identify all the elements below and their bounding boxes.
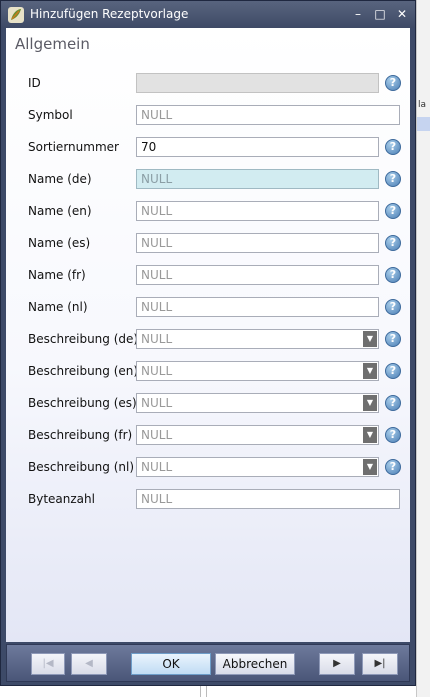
navigation-bar: |◀ ◀ OK Abbrechen ▶ ▶| [6,644,410,682]
name-nl-input[interactable]: NULL [136,297,379,317]
chevron-down-icon[interactable]: ▼ [363,459,377,475]
title-bar[interactable]: Hinzufügen Rezeptvorlage – □ ✕ [1,1,415,28]
beschreibung-de-label: Beschreibung (de) [28,332,139,346]
name-es-placeholder: NULL [141,236,173,250]
dialog-window: Hinzufügen Rezeptvorlage – □ ✕ Allgemein… [0,0,416,686]
help-icon[interactable]: ? [385,363,401,379]
cancel-button[interactable]: Abbrechen [215,653,295,675]
help-icon[interactable]: ? [385,75,401,91]
background-side-text: la [418,100,427,110]
help-icon[interactable]: ? [385,235,401,251]
background-divider [206,686,207,697]
background-divider [200,686,201,697]
name-fr-placeholder: NULL [141,268,173,282]
help-icon[interactable]: ? [385,203,401,219]
symbol-input[interactable]: NULL [136,105,400,125]
byteanzahl-placeholder: NULL [141,492,173,506]
name-en-label: Name (en) [28,204,92,218]
window-title: Hinzufügen Rezeptvorlage [30,7,189,21]
name-de-placeholder: NULL [141,172,173,186]
beschreibung-en-combo[interactable]: NULL ▼ [136,361,379,381]
previous-record-button[interactable]: ◀ [71,653,107,675]
help-icon[interactable]: ? [385,395,401,411]
id-label: ID [28,76,41,90]
first-record-button[interactable]: |◀ [31,653,65,675]
beschreibung-de-placeholder: NULL [141,332,173,346]
beschreibung-nl-label: Beschreibung (nl) [28,460,135,474]
next-record-button[interactable]: ▶ [319,653,355,675]
beschreibung-en-label: Beschreibung (en) [28,364,139,378]
name-fr-input[interactable]: NULL [136,265,379,285]
chevron-down-icon[interactable]: ▼ [363,395,377,411]
byteanzahl-input[interactable]: NULL [136,489,400,509]
name-de-label: Name (de) [28,172,92,186]
beschreibung-fr-placeholder: NULL [141,428,173,442]
help-icon[interactable]: ? [385,299,401,315]
name-fr-label: Name (fr) [28,268,86,282]
chevron-down-icon[interactable]: ▼ [363,331,377,347]
section-title: Allgemein [15,35,90,53]
close-button[interactable]: ✕ [392,5,412,23]
beschreibung-nl-combo[interactable]: NULL ▼ [136,457,379,477]
name-es-label: Name (es) [28,236,91,250]
beschreibung-fr-combo[interactable]: NULL ▼ [136,425,379,445]
beschreibung-nl-placeholder: NULL [141,460,173,474]
sortiernummer-label: Sortiernummer [28,140,119,154]
name-de-input[interactable]: NULL [136,169,379,189]
name-nl-placeholder: NULL [141,300,173,314]
symbol-placeholder: NULL [141,108,173,122]
beschreibung-es-label: Beschreibung (es) [28,396,137,410]
help-icon[interactable]: ? [385,171,401,187]
app-icon [8,7,24,23]
minimize-button[interactable]: – [348,5,368,23]
beschreibung-fr-label: Beschreibung (fr) [28,428,133,442]
help-icon[interactable]: ? [385,427,401,443]
last-record-button[interactable]: ▶| [362,653,398,675]
help-icon[interactable]: ? [385,459,401,475]
dialog-content: Allgemein ID? Symbol NULL Sortiernummer 70? N… [6,28,410,642]
beschreibung-es-placeholder: NULL [141,396,173,410]
help-icon[interactable]: ? [385,139,401,155]
sortiernummer-input[interactable]: 70 [136,137,379,157]
ok-button[interactable]: OK [131,653,211,675]
symbol-label: Symbol [28,108,73,122]
name-nl-label: Name (nl) [28,300,88,314]
beschreibung-es-combo[interactable]: NULL ▼ [136,393,379,413]
beschreibung-en-placeholder: NULL [141,364,173,378]
sortiernummer-value: 70 [141,140,157,154]
beschreibung-de-combo[interactable]: NULL ▼ [136,329,379,349]
name-en-input[interactable]: NULL [136,201,379,221]
help-icon[interactable]: ? [385,267,401,283]
chevron-down-icon[interactable]: ▼ [363,363,377,379]
chevron-down-icon[interactable]: ▼ [363,427,377,443]
id-input [136,73,379,93]
name-es-input[interactable]: NULL [136,233,379,253]
background-selection-band [417,117,430,131]
help-icon[interactable]: ? [385,331,401,347]
name-en-placeholder: NULL [141,204,173,218]
byteanzahl-label: Byteanzahl [28,492,95,506]
maximize-button[interactable]: □ [370,5,390,23]
